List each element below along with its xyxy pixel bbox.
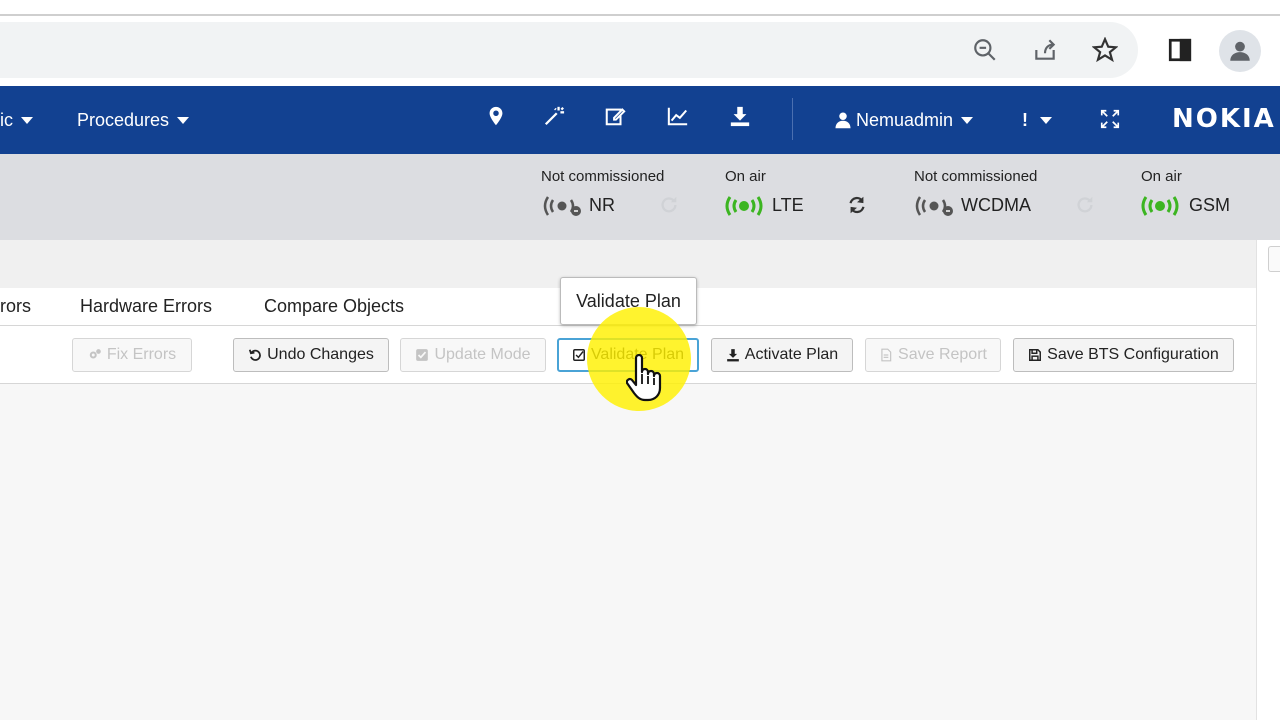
checkbox-icon	[416, 349, 429, 361]
download-icon[interactable]	[728, 104, 752, 128]
nav-item-partial-label: ic	[0, 109, 13, 130]
download-icon	[726, 349, 739, 362]
wcdma-tech-label: WCDMA	[961, 195, 1031, 215]
save-report-label: Save Report	[898, 346, 987, 363]
wcdma-refresh-icon	[1077, 196, 1093, 213]
undo-changes-label: Undo Changes	[267, 346, 374, 363]
map-pin-icon[interactable]	[484, 104, 508, 128]
wcdma-radio-icon	[915, 196, 953, 216]
nav-item-partial[interactable]: ic	[0, 86, 33, 154]
nr-refresh-icon	[661, 196, 677, 213]
user-icon	[835, 112, 851, 129]
save-report-button[interactable]: Save Report	[865, 338, 1001, 372]
activate-plan-label: Activate Plan	[744, 346, 839, 363]
nr-radio-icon	[543, 196, 581, 216]
right-panel-edge	[1256, 240, 1280, 720]
nokia-logo: NOKIA	[1172, 104, 1276, 134]
caret-down-icon	[177, 116, 190, 124]
app-navbar: ic Procedures Nemuadmin !	[0, 86, 1280, 154]
tab-compare-objects[interactable]: Compare Objects	[264, 296, 404, 317]
chrome-tab-strip-border	[0, 14, 1280, 16]
gsm-radio-icon	[1141, 196, 1179, 216]
save-bts-label: Save BTS Configuration	[1047, 346, 1219, 363]
caret-down-icon	[1040, 116, 1052, 124]
save-bts-configuration-button[interactable]: Save BTS Configuration	[1013, 338, 1234, 372]
save-disk-icon	[1029, 349, 1042, 361]
user-menu[interactable]: Nemuadmin	[834, 86, 974, 154]
fullscreen-icon[interactable]	[1097, 106, 1123, 132]
nav-procedures-label: Procedures	[77, 109, 170, 130]
undo-changes-button[interactable]: Undo Changes	[233, 338, 389, 372]
tab-errors[interactable]: rors	[0, 296, 31, 317]
fix-errors-button[interactable]: Fix Errors	[72, 338, 192, 372]
nr-tech-label: NR	[589, 195, 615, 215]
update-mode-label: Update Mode	[434, 346, 531, 363]
workspace-area	[0, 384, 1256, 720]
bookmark-star-icon[interactable]	[1091, 36, 1119, 64]
nav-item-procedures[interactable]: Procedures	[77, 86, 190, 154]
share-icon[interactable]	[1031, 36, 1059, 64]
lte-status-label: On air	[725, 168, 766, 185]
validate-plan-label: Validate Plan	[590, 346, 685, 363]
alert-icon: !	[1022, 109, 1028, 130]
zoom-icon[interactable]	[971, 36, 999, 64]
side-panel-toggle[interactable]	[1268, 246, 1280, 272]
lte-radio-icon	[725, 196, 763, 216]
activate-plan-button[interactable]: Activate Plan	[711, 338, 853, 372]
address-bar[interactable]	[0, 22, 1138, 78]
caret-down-icon	[961, 116, 974, 124]
side-panel-icon[interactable]	[1166, 36, 1194, 64]
undo-icon	[249, 349, 261, 361]
lte-tech-label: LTE	[772, 195, 804, 215]
profile-icon[interactable]	[1219, 30, 1261, 72]
caret-down-icon	[21, 116, 33, 124]
magic-wand-icon[interactable]	[542, 104, 566, 128]
fix-errors-label: Fix Errors	[106, 346, 177, 363]
wcdma-status-label: Not commissioned	[914, 168, 1038, 185]
nr-status-label: Not commissioned	[541, 168, 665, 185]
gsm-tech-label: GSM	[1189, 195, 1231, 215]
checkbox-icon	[572, 349, 585, 361]
lte-refresh-icon[interactable]	[846, 194, 868, 216]
alert-menu[interactable]: !	[1022, 86, 1052, 154]
edit-icon[interactable]	[603, 104, 627, 128]
gsm-status-label: On air	[1141, 168, 1182, 185]
tab-hardware-errors[interactable]: Hardware Errors	[80, 296, 212, 317]
document-icon	[881, 348, 892, 362]
browser-chrome	[0, 0, 1280, 86]
nav-divider	[792, 98, 793, 140]
validate-plan-tooltip: Validate Plan	[560, 277, 697, 325]
update-mode-button[interactable]: Update Mode	[400, 338, 546, 372]
gears-icon	[89, 349, 101, 359]
validate-plan-button[interactable]: Validate Plan	[557, 338, 699, 372]
chart-line-icon[interactable]	[666, 104, 690, 128]
user-name: Nemuadmin	[856, 109, 954, 130]
